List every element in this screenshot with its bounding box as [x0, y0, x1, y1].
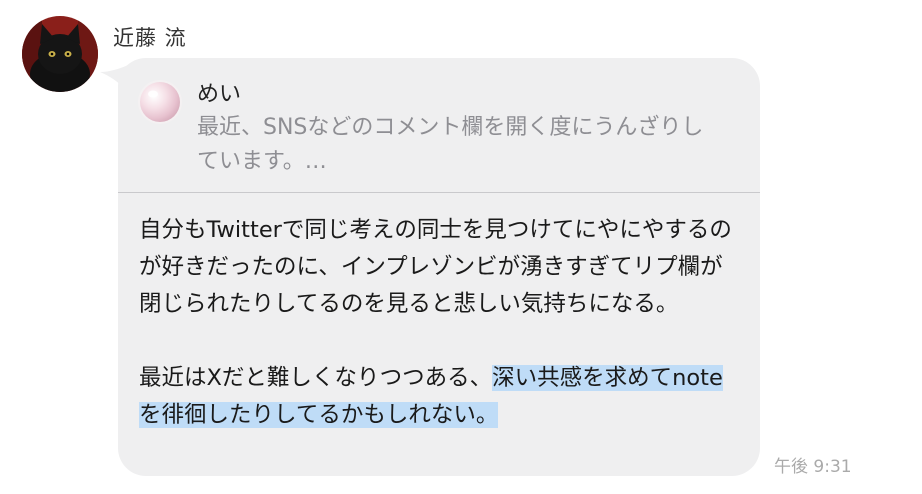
message-paragraph-1: 自分もTwitterで同じ考えの同士を見つけてにやにやするのが好きだったのに、イ…: [139, 217, 732, 317]
black-cat-avatar-icon: [22, 16, 98, 92]
quoted-message[interactable]: めい 最近、SNSなどのコメント欄を開く度にうんざりしています。…: [118, 58, 760, 192]
message-text: 自分もTwitterで同じ考えの同士を見つけてにやにやするのが好きだったのに、イ…: [139, 212, 739, 434]
quoted-text: 最近、SNSなどのコメント欄を開く度にうんざりしています。…: [197, 115, 704, 174]
message-bubble[interactable]: めい 最近、SNSなどのコメント欄を開く度にうんざりしています。… 自分もTwi…: [118, 58, 760, 476]
chat-message-row: 近藤 流 めい 最近、SNSなどのコメント欄を開く度にうんざりしています。… 自…: [0, 0, 922, 494]
quoted-author-avatar: [138, 80, 182, 124]
message-paragraph-2-plain: 最近はXだと難しくなりつつある、: [139, 365, 493, 391]
quote-divider: [118, 192, 760, 193]
quoted-author-name: めい: [197, 82, 242, 107]
message-paragraph-2: 最近はXだと難しくなりつつある、深い共感を求めてnoteを徘徊したりしてるかもし…: [139, 360, 739, 434]
pearl-avatar-icon: [138, 80, 182, 124]
message-timestamp: 午後 9:31: [774, 457, 852, 477]
sender-avatar[interactable]: [22, 16, 98, 92]
sender-name: 近藤 流: [113, 26, 187, 50]
